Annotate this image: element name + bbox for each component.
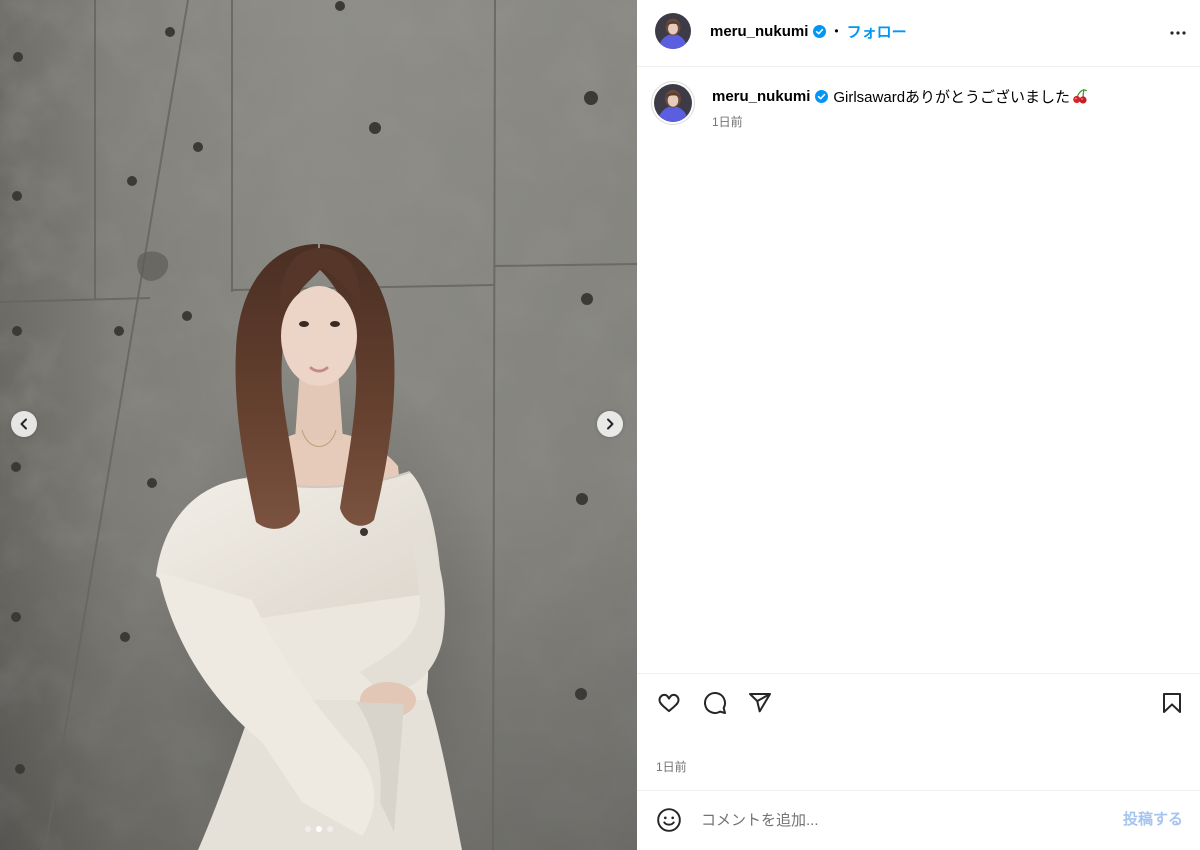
carousel-next-button[interactable] (597, 411, 623, 437)
chevron-left-icon (20, 418, 27, 430)
comment-icon[interactable] (703, 691, 727, 715)
post-details-panel: meru_nukumi • フォロー meru_nukumi Girlsawar… (637, 0, 1200, 850)
more-options-icon[interactable] (1166, 21, 1190, 45)
heart-icon[interactable] (657, 691, 681, 715)
post-comment-button[interactable]: 投稿する (1123, 811, 1183, 829)
avatar-image (655, 13, 691, 49)
follow-button[interactable]: フォロー (847, 21, 907, 42)
caption-avatar-ring[interactable] (651, 81, 695, 125)
chevron-right-icon (607, 418, 614, 430)
comment-bar: 投稿する (637, 790, 1200, 850)
comment-input[interactable] (701, 810, 1101, 830)
post-header: meru_nukumi • フォロー (637, 0, 1200, 67)
carousel-dots (0, 826, 637, 832)
caption-timestamp[interactable]: 1日前 (712, 115, 743, 129)
header-separator: • (834, 24, 839, 38)
verified-badge-icon (813, 24, 827, 38)
carousel-dot (326, 826, 333, 832)
caption-row: meru_nukumi Girlsawardありがとうございました (712, 86, 1088, 106)
header-user-row: meru_nukumi • フォロー (710, 0, 907, 62)
post-actions: 1日前 (637, 673, 1200, 790)
post-photo-carousel[interactable] (0, 0, 637, 850)
post-photo (0, 0, 637, 850)
cherry-emoji-icon (1073, 88, 1088, 104)
carousel-dot-active (315, 826, 322, 832)
carousel-prev-button[interactable] (11, 411, 37, 437)
post-timestamp[interactable]: 1日前 (656, 760, 687, 774)
verified-badge-icon (815, 89, 829, 103)
carousel-dot (304, 826, 311, 832)
smiley-icon[interactable] (656, 807, 682, 833)
avatar-image (654, 84, 692, 122)
send-icon[interactable] (748, 691, 772, 715)
caption-username[interactable]: meru_nukumi (712, 88, 810, 105)
profile-avatar[interactable] (655, 13, 691, 49)
caption-avatar (654, 84, 692, 122)
bookmark-icon[interactable] (1160, 691, 1184, 715)
header-username[interactable]: meru_nukumi (710, 23, 808, 40)
caption-text: Girlsawardありがとうございました (833, 88, 1071, 106)
